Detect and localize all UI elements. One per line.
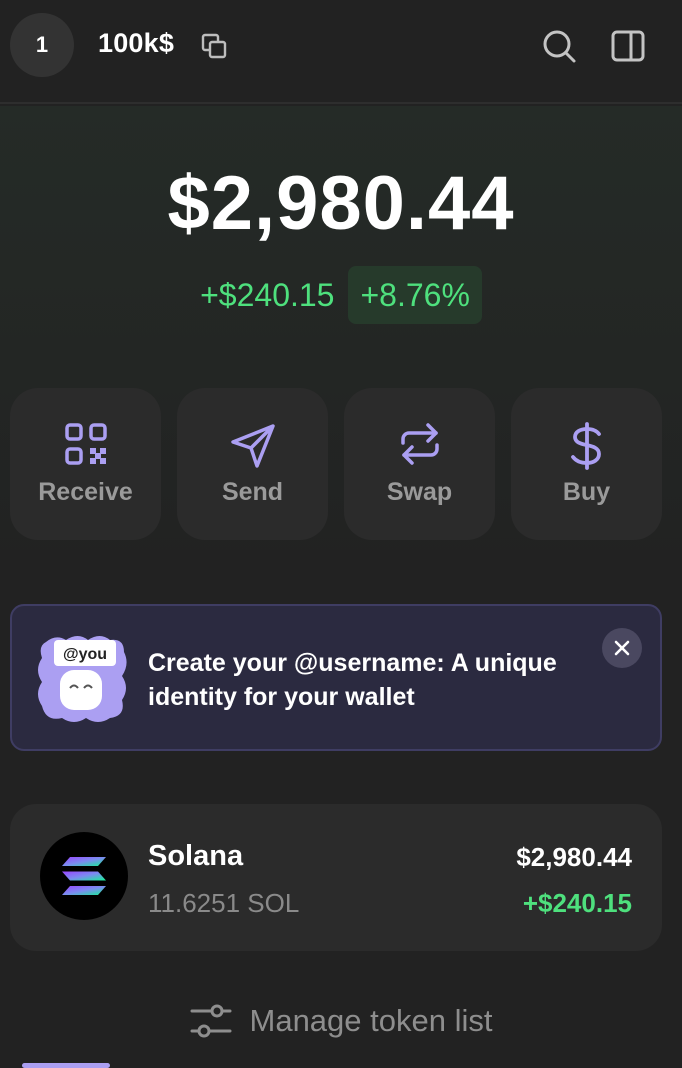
token-change: +$240.15	[522, 888, 632, 918]
username-illustration: @you	[38, 636, 127, 722]
sliders-icon	[190, 1004, 231, 1038]
avatar-initial: 1	[35, 32, 49, 57]
balance-change-amount: +$240.15	[200, 276, 335, 313]
manage-token-list-label: Manage token list	[249, 1003, 493, 1038]
account-avatar[interactable]: 1	[10, 13, 74, 77]
action-buttons: Receive Send Swap Buy	[10, 388, 662, 540]
sidebar-panel-icon[interactable]	[609, 27, 647, 65]
account-name[interactable]: 100k$	[98, 28, 174, 59]
tab-indicator	[22, 1063, 110, 1068]
balance-change-percent: +8.76%	[348, 266, 482, 324]
top-bar: 1 100k$	[0, 0, 682, 104]
balance-change-row: +$240.15 +8.76%	[0, 266, 682, 324]
token-amount: 11.6251 SOL	[148, 888, 300, 918]
token-row[interactable]: Solana 11.6251 SOL $2,980.44 +$240.15	[10, 804, 662, 951]
close-icon	[614, 640, 630, 656]
buy-label: Buy	[562, 478, 611, 506]
token-value: $2,980.44	[516, 842, 632, 872]
token-name: Solana	[148, 840, 244, 872]
copy-icon[interactable]	[199, 31, 229, 61]
swap-arrows-icon	[400, 423, 439, 465]
search-icon[interactable]	[541, 28, 577, 64]
username-promo-banner[interactable]: @you Create your @username: A unique ide…	[10, 604, 662, 751]
solana-logo-icon	[40, 832, 128, 920]
total-balance: $2,980.44	[167, 161, 515, 246]
receive-label: Receive	[38, 478, 133, 506]
username-badge-text: @you	[63, 646, 107, 663]
send-button[interactable]: Send	[177, 388, 328, 540]
banner-close-button[interactable]	[602, 628, 642, 668]
manage-token-list-button[interactable]: Manage token list	[0, 998, 682, 1044]
receive-button[interactable]: Receive	[10, 388, 161, 540]
send-label: Send	[221, 478, 284, 506]
dollar-icon	[570, 422, 601, 470]
paper-plane-icon	[230, 424, 275, 468]
swap-button[interactable]: Swap	[344, 388, 495, 540]
qr-code-icon	[64, 423, 107, 465]
swap-label: Swap	[386, 478, 453, 506]
banner-message: Create your @username: A unique identity…	[148, 649, 557, 711]
buy-button[interactable]: Buy	[511, 388, 662, 540]
